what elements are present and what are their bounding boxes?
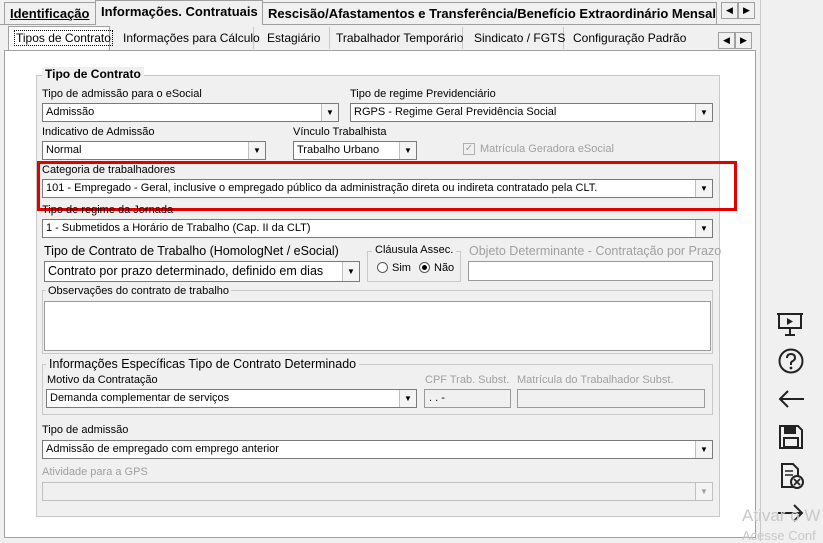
chevron-down-icon[interactable]: ▼ bbox=[321, 104, 338, 121]
clausula-sim-label: Sim bbox=[392, 262, 411, 274]
cpf-subst-label: CPF Trab. Subst. bbox=[425, 374, 510, 386]
subtab-trabalhador-temporario[interactable]: Trabalhador Temporário bbox=[331, 27, 463, 49]
observacoes-label: Observações do contrato de trabalho bbox=[46, 285, 232, 297]
tipo-contrato-trabalho-label: Tipo de Contrato de Trabalho (HomologNet… bbox=[44, 244, 339, 258]
clausula-sim-radio[interactable] bbox=[377, 262, 388, 273]
indicativo-admissao-select[interactable]: Normal ▼ bbox=[42, 141, 266, 160]
atividade-gps-select[interactable]: ▼ bbox=[42, 482, 713, 501]
tipo-regime-prev-value: RGPS - Regime Geral Previdência Social bbox=[354, 106, 557, 118]
vinculo-trabalhista-select[interactable]: Trabalho Urbano ▼ bbox=[293, 141, 417, 160]
tipo-regime-prev-label: Tipo de regime Previdenciário bbox=[350, 88, 496, 100]
indicativo-admissao-label: Indicativo de Admissão bbox=[42, 126, 155, 138]
tab-informacoes-contratuais[interactable]: Informações. Contratuais bbox=[95, 0, 263, 25]
chevron-down-icon[interactable]: ▼ bbox=[342, 262, 359, 281]
save-icon[interactable] bbox=[778, 424, 804, 450]
tipo-admissao-value: Admissão de empregado com emprego anteri… bbox=[46, 443, 279, 455]
objeto-determinante-input[interactable] bbox=[468, 261, 713, 281]
matricula-subst-input[interactable] bbox=[517, 389, 705, 408]
back-arrow-icon[interactable] bbox=[776, 388, 806, 410]
tab-identificacao[interactable]: Identificação bbox=[4, 2, 96, 24]
subtab-sindicato-fgts[interactable]: Sindicato / FGTS bbox=[469, 27, 565, 49]
delete-document-icon[interactable] bbox=[779, 462, 805, 490]
clausula-nao-label: Não bbox=[434, 262, 455, 274]
matricula-subst-label: Matrícula do Trabalhador Subst. bbox=[517, 374, 674, 386]
tipo-contrato-trabalho-select[interactable]: Contrato por prazo determinado, definido… bbox=[44, 261, 360, 282]
help-icon[interactable] bbox=[777, 347, 805, 375]
motivo-contratacao-value: Demanda complementar de serviços bbox=[50, 392, 230, 404]
observacoes-textarea[interactable] bbox=[44, 301, 711, 351]
tipo-admissao-label: Tipo de admissão bbox=[42, 424, 129, 436]
matricula-geradora-checkbox[interactable]: ✓ bbox=[463, 143, 475, 155]
chevron-down-icon[interactable]: ▼ bbox=[399, 390, 416, 407]
tab-rescisao[interactable]: Rescisão/Afastamentos e Transferência/Be… bbox=[262, 2, 717, 24]
tipo-regime-jornada-select[interactable]: 1 - Submetidos a Horário de Trabalho (Ca… bbox=[42, 219, 713, 238]
presentation-icon[interactable] bbox=[776, 311, 804, 337]
chevron-down-icon[interactable]: ▼ bbox=[248, 142, 265, 159]
tipo-regime-prev-select[interactable]: RGPS - Regime Geral Previdência Social ▼ bbox=[350, 103, 713, 122]
group-tipo-contrato-title: Tipo de Contrato bbox=[42, 67, 144, 81]
cpf-subst-input[interactable]: . . - bbox=[424, 389, 511, 408]
activation-watermark-line1: Ativar o W bbox=[742, 506, 821, 525]
subtabs-scroll-left-button[interactable]: ◀ bbox=[718, 32, 735, 49]
motivo-contratacao-select[interactable]: Demanda complementar de serviços ▼ bbox=[46, 389, 417, 408]
motivo-contratacao-label: Motivo da Contratação bbox=[47, 374, 158, 386]
objeto-determinante-label: Objeto Determinante - Contratação por Pr… bbox=[469, 244, 722, 258]
subtab-tipos-contrato[interactable]: Tipos de Contrato bbox=[8, 26, 113, 50]
chevron-down-icon[interactable]: ▼ bbox=[399, 142, 416, 159]
tabs-scroll-right-button[interactable]: ▶ bbox=[738, 2, 755, 19]
tipo-contrato-trabalho-value: Contrato por prazo determinado, definido… bbox=[48, 264, 324, 278]
main-tab-bar: Identificação Informações. Contratuais R… bbox=[0, 0, 760, 25]
vinculo-trabalhista-label: Vínculo Trabalhista bbox=[293, 126, 387, 138]
clausula-nao-radio[interactable] bbox=[419, 262, 430, 273]
chevron-down-icon[interactable]: ▼ bbox=[695, 483, 712, 500]
subtab-estagiario[interactable]: Estagiário bbox=[262, 27, 330, 49]
right-toolbar bbox=[760, 0, 823, 541]
chevron-down-icon[interactable]: ▼ bbox=[695, 104, 712, 121]
tipo-admissao-esocial-value: Admissão bbox=[46, 106, 95, 118]
tipo-admissao-esocial-select[interactable]: Admissão ▼ bbox=[42, 103, 339, 122]
tipo-admissao-select[interactable]: Admissão de empregado com emprego anteri… bbox=[42, 440, 713, 459]
subtab-informacoes-calculo[interactable]: Informações para Cálculo bbox=[118, 27, 260, 49]
indicativo-admissao-value: Normal bbox=[46, 144, 82, 156]
subtab-configuracao-padrao[interactable]: Configuração Padrão bbox=[568, 27, 686, 49]
clausula-assec-label: Cláusula Assec. bbox=[372, 244, 457, 256]
chevron-down-icon[interactable]: ▼ bbox=[695, 441, 712, 458]
subtabs-scroll-right-button[interactable]: ▶ bbox=[735, 32, 752, 49]
tipo-regime-jornada-value: 1 - Submetidos a Horário de Trabalho (Ca… bbox=[46, 222, 311, 234]
chevron-down-icon[interactable]: ▼ bbox=[695, 220, 712, 237]
cpf-subst-mask: . . - bbox=[429, 392, 445, 404]
tipo-regime-jornada-label: Tipo de regime da Jornada bbox=[42, 204, 174, 216]
vinculo-trabalhista-value: Trabalho Urbano bbox=[297, 144, 380, 156]
atividade-gps-label: Atividade para a GPS bbox=[42, 466, 148, 478]
tipo-admissao-esocial-label: Tipo de admissão para o eSocial bbox=[42, 88, 202, 100]
matricula-geradora-label: Matrícula Geradora eSocial bbox=[480, 143, 614, 155]
tabs-scroll-left-button[interactable]: ◀ bbox=[721, 2, 738, 19]
group-info-especificas-title: Informações Específicas Tipo de Contrato… bbox=[46, 357, 360, 371]
